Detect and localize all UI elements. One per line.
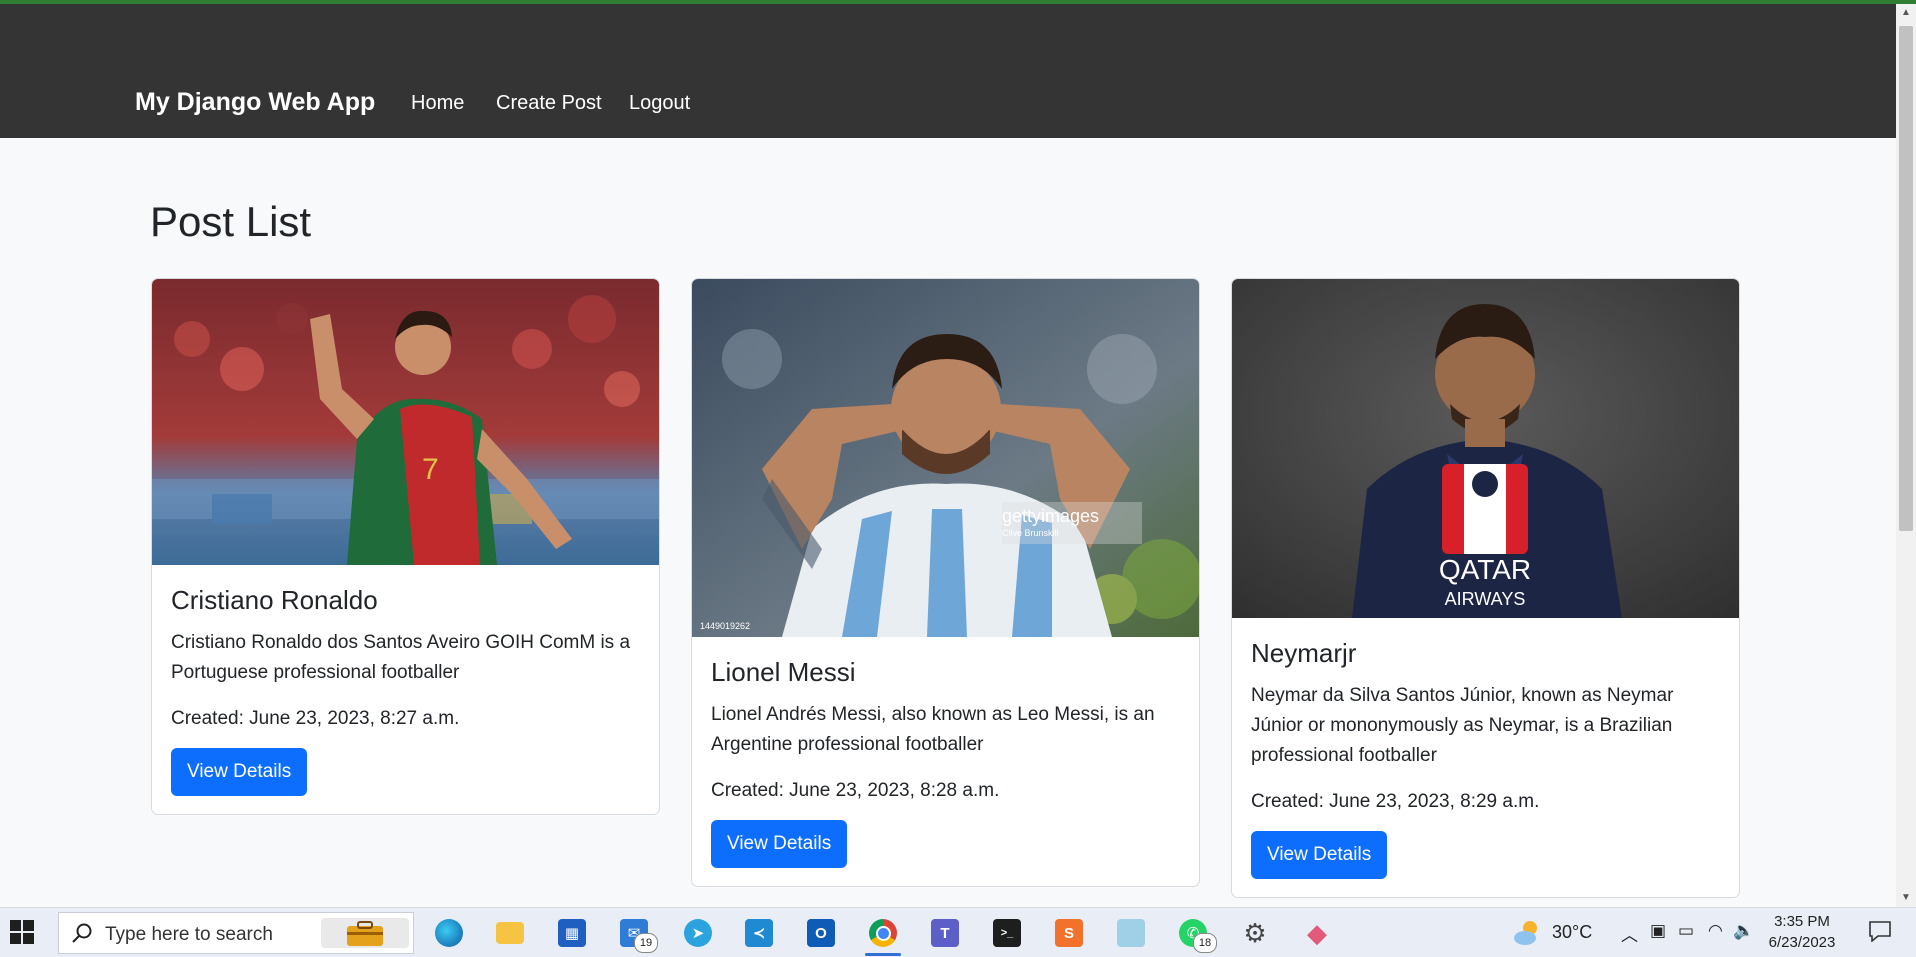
navbar-brand[interactable]: My Django Web App (135, 88, 375, 117)
vscode-icon[interactable]: ≺ (741, 915, 777, 951)
windows-taskbar: Type here to search ▦ ✉ 19 ➤ ≺ O T >_ S … (0, 907, 1916, 957)
post-title: Neymarjr (1251, 638, 1357, 668)
post-title: Lionel Messi (711, 657, 856, 687)
post-card: 7 Cristiano Ronaldo Cristiano Ronaldo do… (151, 278, 660, 815)
microsoft-store-icon[interactable]: ▦ (554, 915, 590, 951)
whatsapp-icon[interactable]: ✆ 18 (1175, 915, 1217, 953)
page-scrollbar[interactable]: ▲ ▼ (1896, 4, 1916, 907)
chrome-icon[interactable] (865, 915, 901, 951)
svg-text:QATAR: QATAR (1439, 554, 1531, 585)
show-hidden-icons-chevron-icon[interactable]: ︿ (1621, 921, 1638, 946)
post-created-date: Created: June 23, 2023, 8:27 a.m. (171, 708, 460, 729)
post-title: Cristiano Ronaldo (171, 585, 378, 615)
nav-link-create-post[interactable]: Create Post (496, 92, 602, 115)
mail-badge: 19 (634, 933, 658, 953)
watermark-text: gettyimages (1002, 506, 1100, 526)
taskbar-search-box[interactable]: Type here to search (58, 912, 414, 954)
whatsapp-badge: 18 (1193, 933, 1217, 953)
outlook-icon[interactable]: O (803, 915, 839, 951)
weather-temperature[interactable]: 30°C (1552, 922, 1592, 943)
volume-icon[interactable]: 🔈 (1733, 921, 1754, 941)
teams-icon[interactable]: T (927, 915, 963, 951)
sublime-text-icon[interactable]: S (1051, 915, 1087, 951)
post-card: QATAR AIRWAYS Neymarjr Neymar da Silva S… (1231, 278, 1740, 898)
watermark-credit: Clive Brunskill (1002, 528, 1059, 538)
post-description: Cristiano Ronaldo dos Santos Aveiro GOIH… (171, 632, 631, 683)
telegram-icon[interactable]: ➤ (680, 915, 716, 951)
svg-text:7: 7 (422, 453, 439, 486)
weather-icon[interactable] (1512, 918, 1542, 948)
post-image-messi: gettyimages Clive Brunskill 1449019262 (692, 279, 1199, 637)
view-details-button[interactable]: View Details (171, 748, 308, 796)
view-details-button[interactable]: View Details (1251, 831, 1388, 879)
image-id-label: 1449019262 (700, 621, 751, 631)
post-description: Neymar da Silva Santos Júnior, known as … (1251, 685, 1674, 766)
post-created-date: Created: June 23, 2023, 8:28 a.m. (711, 780, 1000, 801)
wifi-icon[interactable]: ◠ (1708, 921, 1723, 941)
windows-start-icon[interactable] (10, 920, 36, 946)
search-icon (72, 923, 92, 943)
post-image-ronaldo: 7 (152, 279, 659, 565)
nav-link-home[interactable]: Home (411, 92, 464, 115)
post-description: Lionel Andrés Messi, also known as Leo M… (711, 704, 1155, 755)
git-icon[interactable]: ◆ (1299, 915, 1335, 951)
notification-center-icon[interactable] (1868, 920, 1892, 942)
post-card: gettyimages Clive Brunskill 1449019262 L… (691, 278, 1200, 887)
edge-icon[interactable] (431, 915, 467, 951)
page-title: Post List (150, 198, 312, 245)
taskbar-clock[interactable]: 3:35 PM 6/23/2023 (1752, 911, 1852, 953)
svg-text:AIRWAYS: AIRWAYS (1445, 589, 1526, 609)
mail-icon[interactable]: ✉ 19 (616, 915, 658, 953)
scroll-up-arrow-icon[interactable]: ▲ (1896, 4, 1916, 22)
scrollbar-thumb[interactable] (1899, 26, 1913, 531)
getty-watermark: gettyimages Clive Brunskill (1002, 502, 1142, 544)
clock-date: 6/23/2023 (1768, 934, 1836, 951)
search-placeholder: Type here to search (105, 924, 273, 945)
file-explorer-icon[interactable] (492, 915, 528, 951)
navbar: My Django Web App Home Create Post Logou… (0, 4, 1896, 138)
scroll-down-arrow-icon[interactable]: ▼ (1896, 889, 1916, 907)
briefcase-icon[interactable] (321, 918, 409, 948)
notepad-icon[interactable] (1113, 915, 1149, 951)
nav-link-logout[interactable]: Logout (629, 92, 690, 115)
clock-time: 3:35 PM (1774, 913, 1830, 930)
meet-now-icon[interactable]: ▣ (1650, 921, 1666, 941)
terminal-icon[interactable]: >_ (989, 915, 1025, 951)
view-details-button[interactable]: View Details (711, 820, 848, 868)
post-created-date: Created: June 23, 2023, 8:29 a.m. (1251, 791, 1540, 812)
settings-icon[interactable]: ⚙ (1237, 915, 1273, 951)
post-image-neymar: QATAR AIRWAYS (1232, 279, 1739, 618)
battery-icon[interactable]: ▭ (1678, 921, 1694, 941)
